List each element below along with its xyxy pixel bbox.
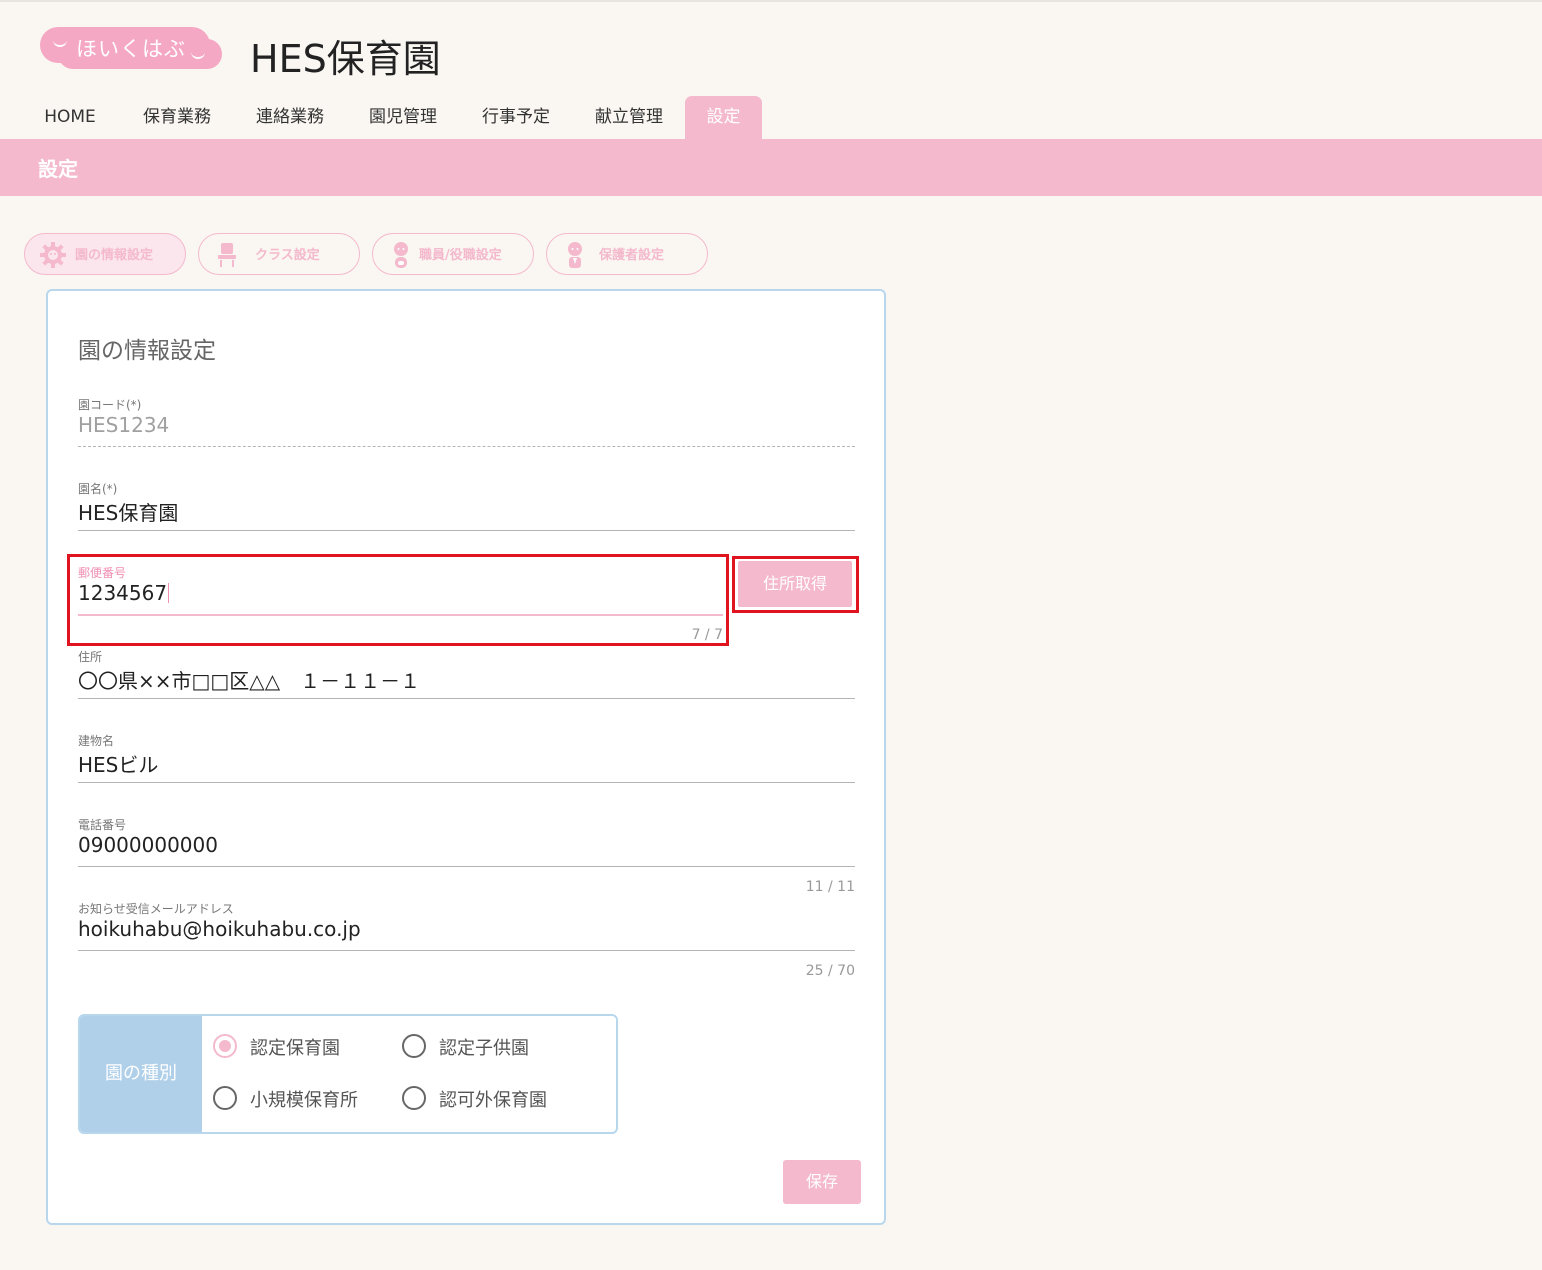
phone-label: 電話番号 [78,818,127,832]
school-type-group: 園の種別 認定保育園 認定子供園 小規模保育所 認可外保育園 [78,1014,618,1134]
nav-tab-settings[interactable]: 設定 [685,96,762,139]
nav-tab-childcare[interactable]: 保育業務 [140,96,214,139]
card-title: 園の情報設定 [78,338,216,364]
email-counter: 25 / 70 [805,963,855,979]
building-label: 建物名 [78,734,115,748]
radio-circle [402,1034,426,1058]
school-name-input[interactable]: HES保育園 [78,497,178,526]
subtab-label: クラス設定 [255,248,320,263]
field-underline [78,530,855,531]
save-button[interactable]: 保存 [783,1160,861,1204]
field-underline [78,446,855,447]
address-input[interactable]: 〇〇県××市□□区△△ １－１１－１ [78,665,420,694]
radio-circle [402,1086,426,1110]
nav-tab-menu[interactable]: 献立管理 [592,96,666,139]
radio-label: 認定保育園 [250,1038,340,1059]
radio-label: 認可外保育園 [439,1090,547,1111]
class-icon [218,243,236,267]
nav-tab-home[interactable]: HOME [38,96,102,139]
radio-circle [213,1086,237,1110]
top-border [0,0,1542,2]
school-name-label: 園名(*) [78,482,118,496]
subtab-staff[interactable]: 職員/役職設定 [372,233,534,275]
email-field[interactable]: お知らせ受信メールアドレス hoikuhabu@hoikuhabu.co.jp … [78,900,855,980]
school-code-value: HES1234 [78,413,170,437]
building-input[interactable]: HESビル [78,749,158,778]
school-type-label: 園の種別 [80,1016,202,1132]
field-underline [78,866,855,867]
postal-highlight-box [67,554,729,646]
email-input[interactable]: hoikuhabu@hoikuhabu.co.jp [78,917,361,941]
school-name-field[interactable]: 園名(*) HES保育園 [78,480,855,540]
school-code-label: 園コード(*) [78,398,142,412]
subtab-label: 職員/役職設定 [419,248,502,263]
email-label: お知らせ受信メールアドレス [78,902,234,916]
nav-tab-children[interactable]: 園児管理 [366,96,440,139]
section-title: 設定 [38,157,78,181]
section-header: 設定 [0,139,1542,196]
nav-tab-contact[interactable]: 連絡業務 [253,96,327,139]
radio-label: 認定子供園 [439,1038,529,1059]
site-title: HES保育園 [250,37,441,81]
logo-text: ほいくはぶ [76,37,186,61]
address-label: 住所 [78,650,103,664]
phone-field[interactable]: 電話番号 09000000000 11 / 11 [78,816,855,896]
subtab-class[interactable]: クラス設定 [198,233,360,275]
phone-input[interactable]: 09000000000 [78,833,218,857]
staff-icon [394,242,408,268]
gear-icon [40,242,66,268]
subtab-guardian[interactable]: 保護者設定 [546,233,708,275]
subtab-label: 保護者設定 [599,248,665,263]
phone-counter: 11 / 11 [805,879,855,895]
radio-label: 小規模保育所 [250,1090,358,1111]
app-logo[interactable]: ほいくはぶ [40,27,222,71]
address-field[interactable]: 住所 〇〇県××市□□区△△ １－１１－１ [78,648,855,708]
building-field[interactable]: 建物名 HESビル [78,732,855,792]
guardian-icon [568,242,582,268]
nav-tab-events[interactable]: 行事予定 [479,96,553,139]
subtab-school-info[interactable]: 園の情報設定 [24,233,186,275]
subtab-label: 園の情報設定 [75,248,154,263]
school-code-field: 園コード(*) HES1234 [78,396,855,456]
field-underline [78,782,855,783]
field-underline [78,698,855,699]
radio-circle [213,1034,237,1058]
address-button-highlight-box [732,556,859,613]
school-info-card: 園の情報設定 園コード(*) HES1234 園名(*) HES保育園 郵便番号… [46,289,886,1225]
field-underline [78,950,855,951]
